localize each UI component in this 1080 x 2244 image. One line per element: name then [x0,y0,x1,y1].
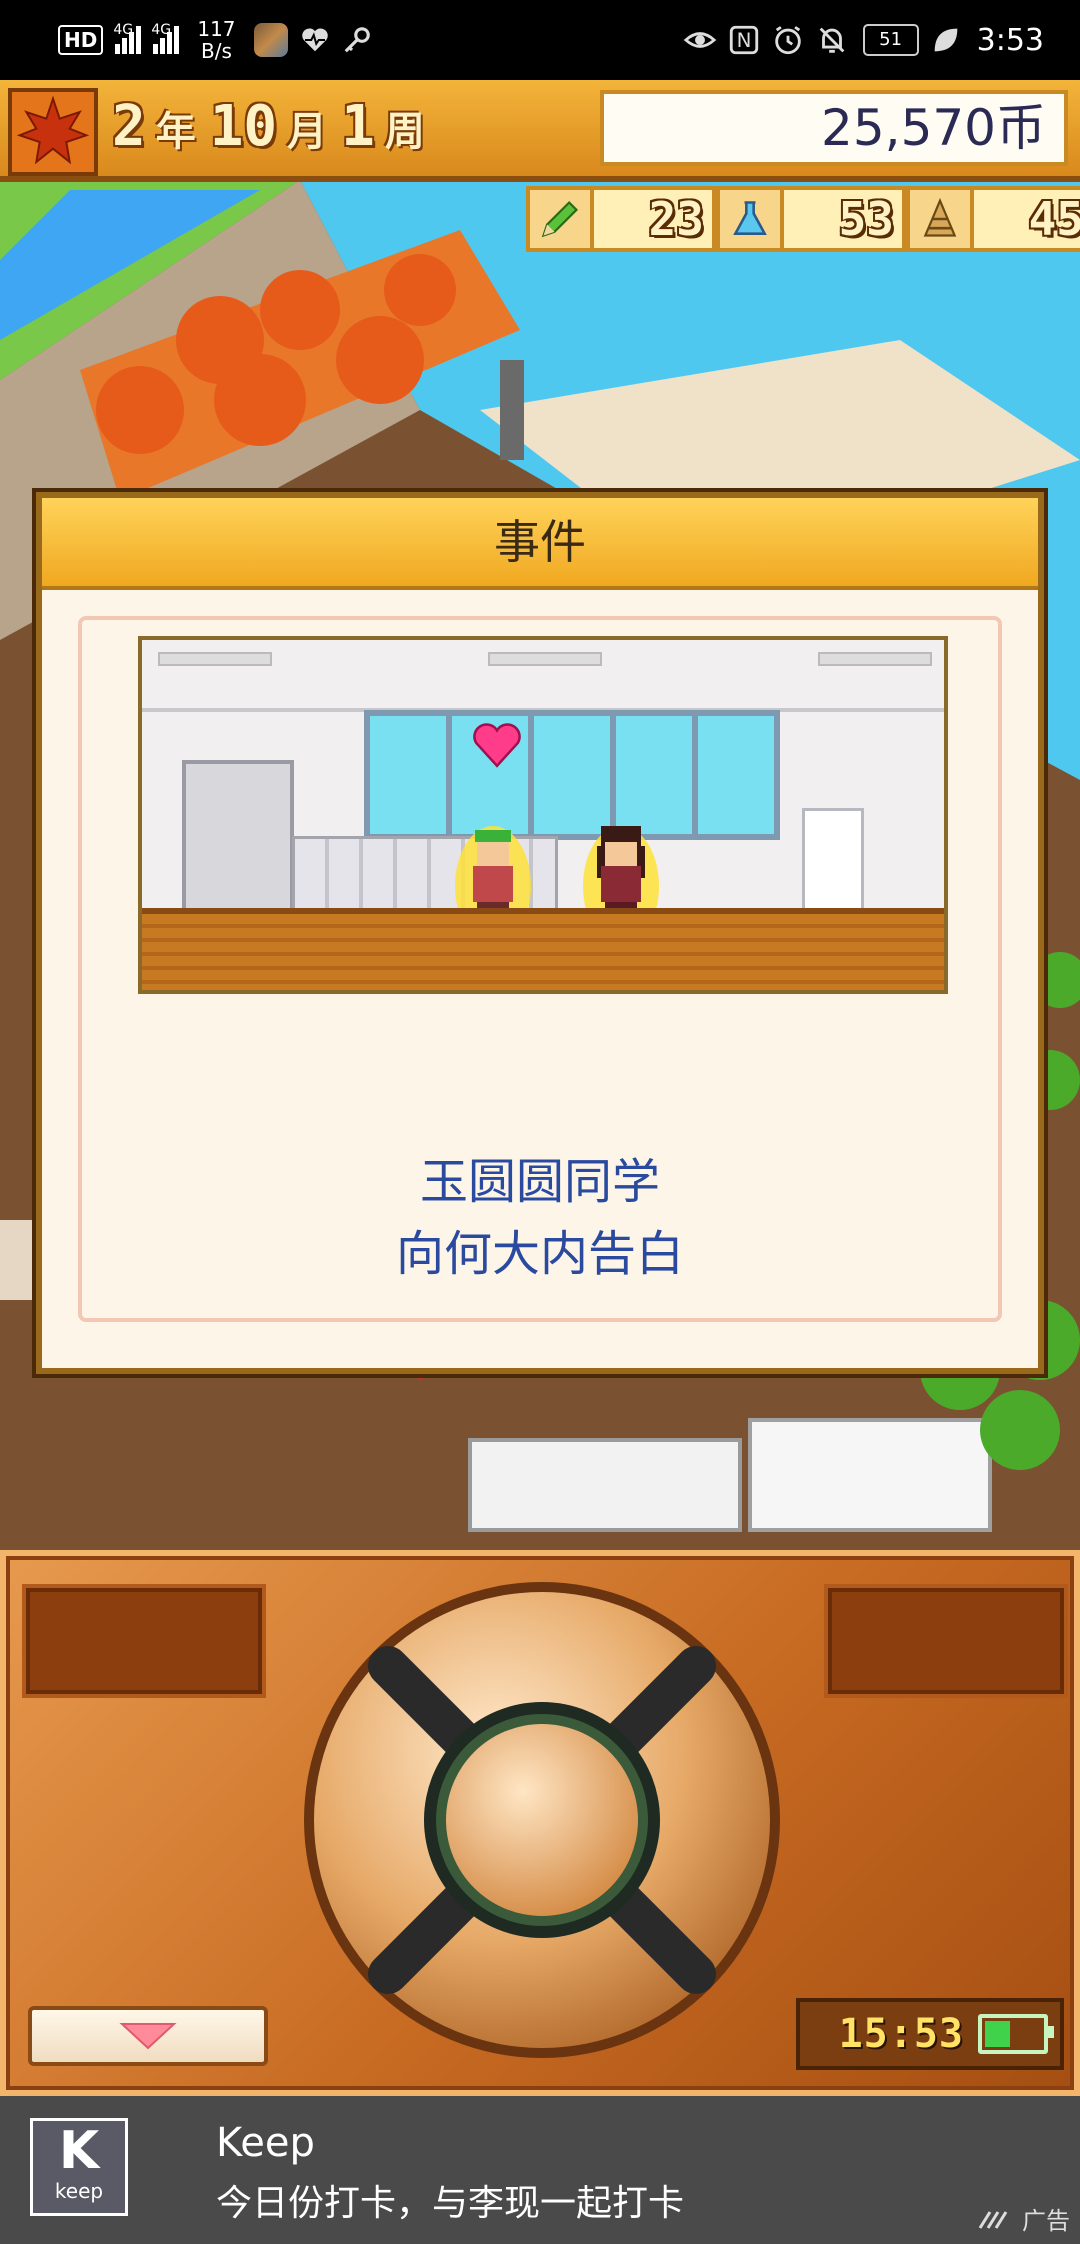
stat-study: 23 [526,186,716,252]
research-points-bar: 23 53 45 [526,186,1080,252]
year-value: 2 [112,94,146,159]
network-speed: 117 B/s [197,18,235,62]
year-unit: 年 [155,109,196,155]
first-aid-cabinet [802,808,864,916]
speed-value: 117 [197,17,236,41]
directional-pad[interactable] [296,1574,788,2066]
classroom-floor [142,908,944,990]
ad-tag-text: 广告 [1022,2207,1070,2235]
season-maple-icon [8,88,98,176]
signal-icon: 4G [113,22,142,54]
speed-unit: B/s [200,39,232,63]
ad-banner[interactable]: K keep Keep 今日份打卡，与李现一起打卡 广告 [0,2096,1080,2244]
ceiling-light [488,652,602,666]
game-view[interactable]: 2 年 10 月 1 周 25,570币 23 53 45 事件 玉圆圆同学 向… [0,80,1080,1550]
month-unit: 月 [287,109,328,155]
signal-icon-2: 4G [151,22,180,54]
classroom-windows [364,710,780,840]
nfc-icon: N [729,25,758,55]
logo-word: keep [54,2179,104,2203]
ad-title: Keep [216,2120,315,2166]
event-dialog[interactable]: 事件 玉圆圆同学 向何大内告白 [36,492,1044,1374]
sport-points: 45 [1028,192,1080,246]
hud-top-bar: 2 年 10 月 1 周 25,570币 [0,80,1080,182]
status-bar: HD 4G 4G 117 B/s N 51 3:53 [0,0,1080,80]
week-value: 1 [341,94,375,159]
status-time: 3:53 [976,22,1044,58]
event-message-line1: 玉圆圆同学 [419,1154,660,1210]
alarm-icon [774,26,801,55]
eye-icon [683,32,716,48]
event-message: 玉圆圆同学 向何大内告白 [42,1146,1038,1290]
battery-icon [978,2014,1054,2054]
game-clock: 15:53 [796,1998,1064,2070]
network-type-label-2: 4G [151,22,172,38]
ad-network-icon [978,2210,1008,2229]
hd-badge: HD [58,25,104,55]
virtual-controller: 15:53 [0,1550,1080,2096]
right-soft-button[interactable] [824,1584,1068,1698]
heart-rate-icon [301,28,328,52]
stat-sport: 45 [906,186,1080,252]
app-notification-icon [253,23,288,57]
logo-letter: K [58,2121,100,2181]
money-display: 25,570币 [600,90,1068,166]
battery-percent: 51 [879,29,903,50]
event-scene-image [138,636,948,994]
key-icon [344,27,370,53]
battery-fill [985,2021,1010,2047]
menu-toggle-button[interactable] [28,2006,268,2066]
science-points: 53 [838,192,894,246]
ceiling-light [818,652,932,666]
mute-bell-icon [819,27,844,53]
cone-icon [910,190,974,248]
clock-time: 15:53 [838,2011,964,2057]
center-action-button [446,1724,638,1916]
game-date: 2 年 10 月 1 周 [112,94,439,159]
svg-text:N: N [736,29,751,52]
pencil-icon [530,190,594,248]
flask-icon [720,190,784,248]
battery-indicator: 51 [862,24,919,56]
heart-icon [473,723,521,768]
event-message-line2: 向何大内告白 [395,1226,684,1282]
week-unit: 周 [384,109,425,155]
lockers [182,760,294,928]
study-points: 23 [648,192,704,246]
leaf-icon [934,28,957,52]
ad-label: 广告 [978,2201,1070,2236]
month-value: 10 [209,94,278,159]
ceiling-light [158,652,272,666]
keep-app-logo: K keep [30,2118,128,2216]
stat-science: 53 [716,186,906,252]
network-type-label: 4G [113,22,134,38]
dialog-title: 事件 [42,498,1038,590]
left-soft-button[interactable] [22,1584,266,1698]
ad-description: 今日份打卡，与李现一起打卡 [216,2183,685,2224]
triangle-down-icon [119,2023,177,2050]
